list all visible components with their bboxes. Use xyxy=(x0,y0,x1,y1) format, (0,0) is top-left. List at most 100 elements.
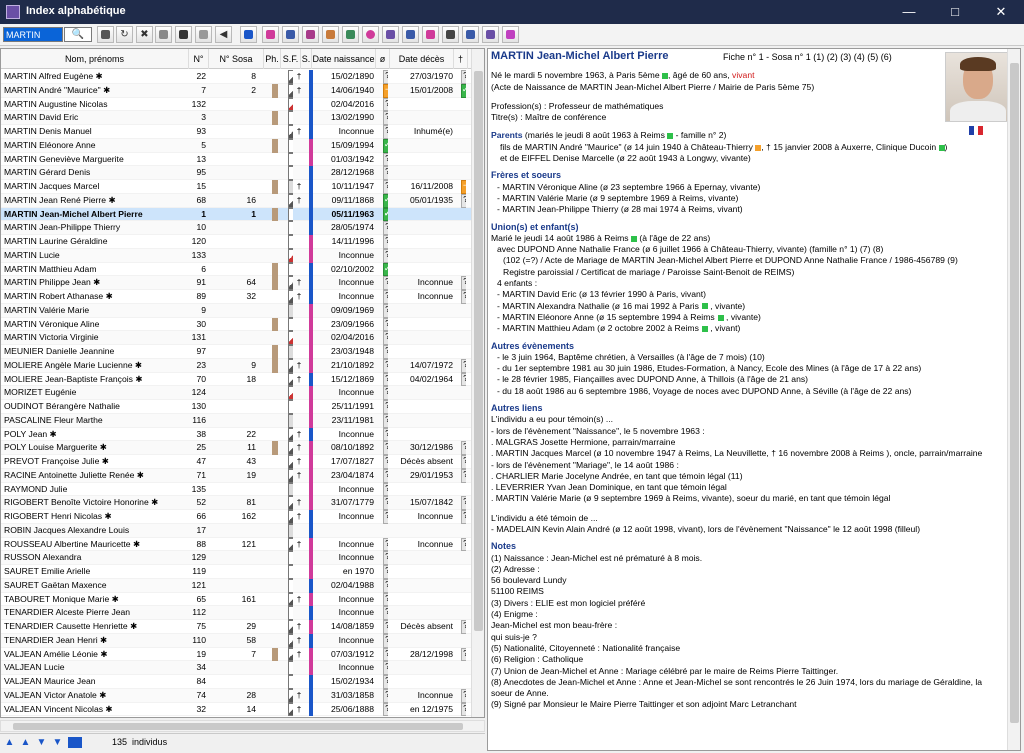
table-row[interactable]: MARTIN Véronique Aline 30 23/09/1966? xyxy=(1,317,471,332)
table-row[interactable]: RAYMOND Julie 135 Inconnue? xyxy=(1,482,471,497)
table-row[interactable]: MARTIN Victoria Virginie 131 02/04/2016? xyxy=(1,331,471,345)
child-line[interactable]: - MARTIN Eléonore Anne (ø 15 septembre 1… xyxy=(491,312,1005,323)
table-row[interactable]: MARTIN Denis Manuel 93 † Inconnue? Inhumé(e) xyxy=(1,125,471,139)
table-row[interactable]: MARTIN Lucie 133 Inconnue? xyxy=(1,248,471,263)
person-icon[interactable] xyxy=(97,26,114,43)
detail-vertical-scrollbar[interactable] xyxy=(1007,49,1020,750)
table-row[interactable]: RUSSON Alexandra 129 Inconnue? xyxy=(1,551,471,565)
table-row[interactable]: VALJEAN Victor Anatole ✱ 74 28 † 31/03/1858?… xyxy=(1,688,471,703)
table-row[interactable]: MARTIN Gérard Denis 95 28/12/1968? xyxy=(1,166,471,180)
table-row[interactable]: VALJEAN Amélie Léonie ✱197†07/03/1912?28… xyxy=(1,647,471,662)
table-icon[interactable] xyxy=(195,26,212,43)
scroll-thumb[interactable] xyxy=(474,71,483,631)
table-row[interactable]: MOLIERE Angèle Marie Lucienne ✱ 23 9 † 21/10… xyxy=(1,358,471,373)
child-icon[interactable] xyxy=(362,26,379,43)
maximize-button[interactable]: □ xyxy=(932,0,978,24)
child-line[interactable]: - MARTIN Matthieu Adam (ø 2 octobre 2002… xyxy=(491,323,1005,334)
table-row[interactable]: MEUNIER Danielle Jeannine 97 23/03/1948? xyxy=(1,345,471,359)
father-icon[interactable] xyxy=(282,26,299,43)
table-row[interactable]: MARTIN Valérie Marie 9 09/09/1969? xyxy=(1,303,471,318)
col-name-header[interactable]: Nom, prénoms xyxy=(1,49,189,69)
col-photo-header[interactable]: Ph. xyxy=(264,49,281,69)
table-row[interactable]: VALJEAN Maurice Jean 84 15/02/1934? xyxy=(1,675,471,689)
table-row[interactable]: TENARDIER Alceste Pierre Jean 112 Inconnue… xyxy=(1,606,471,620)
table-row[interactable]: SAURET Emilie Arielle 119 en 1970? xyxy=(1,565,471,579)
back-arrow-icon[interactable]: ◀ xyxy=(215,26,232,43)
table-row[interactable]: MARTIN Jean-Philippe Thierry 10 28/05/1974… xyxy=(1,221,471,235)
table-row[interactable]: POLY Jean ✱ 38 22 † Inconnue? xyxy=(1,427,471,442)
col-sex-header[interactable]: S. xyxy=(301,49,312,69)
table-row[interactable]: VALJEAN Vincent Nicolas ✱ 32 14 † 25/06/1888… xyxy=(1,702,471,717)
first-record-icon[interactable]: ▲ xyxy=(4,737,15,748)
witness-icon[interactable] xyxy=(482,26,499,43)
father-line[interactable]: fils de MARTIN André "Maurice" (ø 14 jui… xyxy=(491,142,1005,153)
table-row[interactable]: TENARDIER Jean Henri ✱ 110 58 † Inconnue? xyxy=(1,633,471,648)
table-row[interactable]: MARTIN André "Maurice" ✱ 7 2 † 14/06/1940− 15… xyxy=(1,83,471,98)
couple-icon[interactable] xyxy=(322,26,339,43)
mother-icon[interactable] xyxy=(302,26,319,43)
table-row[interactable]: MARTIN Alfred Eugène ✱228†15/02/1890?27/… xyxy=(1,70,471,84)
table-row[interactable]: MARTIN Geneviève Marguerite 13 01/03/1942? xyxy=(1,152,471,167)
cousins-icon[interactable] xyxy=(422,26,439,43)
next-record-icon[interactable]: ▼ xyxy=(36,737,47,748)
tools-icon[interactable]: ✖ xyxy=(136,26,153,43)
table-row[interactable]: MARTIN Philippe Jean ✱9164†Inconnue?Inco… xyxy=(1,276,471,290)
table-row[interactable]: SAURET Gaëtan Maxence 121 02/04/1988? xyxy=(1,578,471,593)
table-row[interactable]: MARTIN Robert Athanase ✱8932†Inconnue?In… xyxy=(1,290,471,304)
previous-record-icon[interactable]: ▲ xyxy=(20,737,31,748)
table-row[interactable]: MARTIN Jean René Pierre ✱ 68 16 † 09/11/1868… xyxy=(1,193,471,208)
table-row[interactable]: RIGOBERT Henri Nicolas ✱66162†Inconnue?I… xyxy=(1,510,471,524)
table-row[interactable]: MOLIERE Jean-Baptiste François ✱ 70 18 † 15/… xyxy=(1,372,471,387)
film-icon[interactable] xyxy=(175,26,192,43)
search-icon[interactable]: 🔍 xyxy=(64,27,92,42)
col-death-header[interactable]: Date décès xyxy=(390,49,454,69)
print-icon[interactable] xyxy=(155,26,172,43)
table-row[interactable]: MARTIN Augustine Nicolas 132 02/04/2016? xyxy=(1,97,471,112)
descendants-icon[interactable] xyxy=(402,26,419,43)
table-row[interactable]: POLY Louise Marguerite ✱ 25 11 † 08/10/1892?… xyxy=(1,441,471,455)
table-row[interactable]: RIGOBERT Benoîte Victoire Honorine ✱ 52 81… xyxy=(1,496,471,510)
col-birth-header[interactable]: Date naissance xyxy=(312,49,376,69)
table-row[interactable]: MARTIN Laurine Géraldine 120 14/11/1996? xyxy=(1,235,471,249)
table-row[interactable]: PREVOT Françoise Julie ✱ 47 43 † 17/07/1827?… xyxy=(1,455,471,469)
col-sosa-header[interactable]: N° Sosa xyxy=(209,49,264,69)
table-row[interactable]: TABOURET Monique Marie ✱ 65 161 † Inconnue? xyxy=(1,592,471,607)
table-row[interactable]: ROBIN Jacques Alexandre Louis 17 xyxy=(1,523,471,538)
list-horizontal-scrollbar[interactable] xyxy=(0,720,485,732)
table-row[interactable]: MORIZET Eugénie 124 Inconnue? xyxy=(1,386,471,400)
table-row[interactable]: MARTIN Eléonore Anne 5 15/09/1994✓ xyxy=(1,138,471,153)
list-vertical-scrollbar[interactable] xyxy=(471,49,484,717)
siblings-icon[interactable] xyxy=(382,26,399,43)
child-line[interactable]: - MARTIN David Eric (ø 13 février 1990 à… xyxy=(491,289,1005,300)
minimize-button[interactable]: — xyxy=(886,0,932,24)
spouse-line[interactable]: avec DUPOND Anne Nathalie France (ø 6 ju… xyxy=(491,244,1005,255)
table-row[interactable]: ROUSSEAU Albertine Mauricette ✱ 88 121 † Inc… xyxy=(1,537,471,552)
table-row[interactable]: MARTIN Matthieu Adam 6 02/10/2002✓ xyxy=(1,262,471,277)
col-sf-header[interactable]: S.F. xyxy=(281,49,301,69)
scroll-thumb[interactable] xyxy=(13,723,463,730)
table-row[interactable]: MARTIN David Eric 3 13/02/1990? xyxy=(1,111,471,125)
table-row[interactable]: OUDINOT Bérangère Nathalie 130 25/11/1991? xyxy=(1,400,471,414)
table-row[interactable]: MARTIN Jean-Michel Albert Pierre 1 1 05/11/… xyxy=(1,207,471,222)
col-n-header[interactable]: N° xyxy=(189,49,209,69)
family-icon[interactable] xyxy=(342,26,359,43)
col-death-check-header[interactable]: † xyxy=(454,49,468,69)
scroll-thumb[interactable] xyxy=(1010,63,1019,723)
network-icon[interactable] xyxy=(502,26,519,43)
table-row[interactable]: VALJEAN Lucie 34 Inconnue? xyxy=(1,661,471,675)
close-button[interactable]: ✕ xyxy=(978,0,1024,24)
table-row[interactable]: PASCALINE Fleur Marthe 116 23/11/1981? xyxy=(1,413,471,428)
refresh-icon[interactable]: ↻ xyxy=(116,26,133,43)
woman-icon[interactable] xyxy=(262,26,279,43)
col-birth-check-header[interactable]: ø xyxy=(376,49,390,69)
table-row[interactable]: TENARDIER Causette Henriette ✱ 75 29 † 14/08… xyxy=(1,620,471,634)
table-row[interactable]: MARTIN Jacques Marcel 15 † 10/11/1947? 16/11… xyxy=(1,180,471,194)
mother-line[interactable]: et de EIFFEL Denise Marcelle (ø 22 août … xyxy=(491,153,1005,164)
search-input[interactable] xyxy=(3,27,63,42)
man-icon[interactable] xyxy=(240,26,257,43)
person-photo[interactable] xyxy=(945,52,1009,122)
list-icon[interactable] xyxy=(68,737,82,748)
group-icon[interactable] xyxy=(442,26,459,43)
table-row[interactable]: RACINE Antoinette Juliette Renée ✱ 71 19 † 2… xyxy=(1,468,471,483)
child-line[interactable]: - MARTIN Alexandra Nathalie (ø 16 mai 19… xyxy=(491,301,1005,312)
